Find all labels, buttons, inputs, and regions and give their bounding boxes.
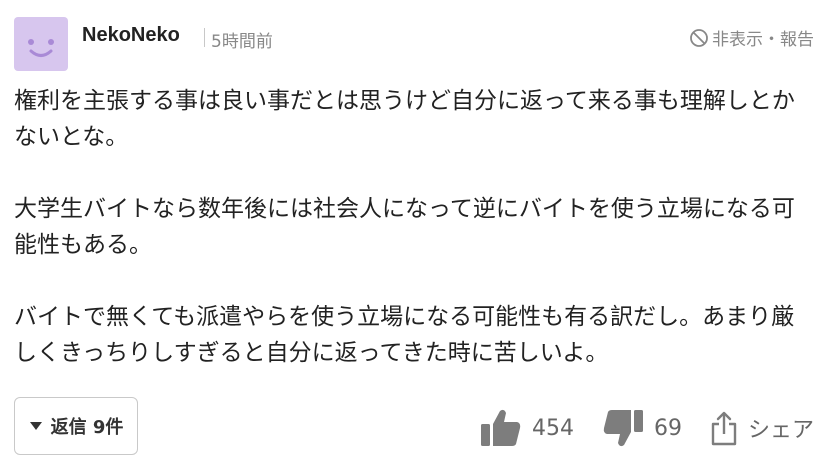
comment-paragraph: 権利を主張する事は良い事だとは思うけど自分に返って来る事も理解しとかないとな。: [14, 88, 795, 150]
post-time: 5時間前: [211, 32, 273, 52]
hide-report-label: 非表示・報告: [712, 30, 814, 50]
share-button[interactable]: シェア: [710, 410, 814, 446]
comment-body: 権利を主張する事は良い事だとは思うけど自分に返って来る事も理解しとかないとな。 …: [14, 83, 816, 407]
like-count: 454: [531, 415, 574, 441]
share-icon: [711, 411, 737, 446]
hide-report-button[interactable]: 非表示・報告: [689, 25, 814, 50]
avatar[interactable]: [14, 17, 68, 71]
ban-icon: [690, 28, 708, 47]
comment-actions: 454 69 シェア: [480, 405, 814, 451]
like-button[interactable]: 454: [480, 408, 574, 448]
replies-label: 返信 9件: [50, 417, 124, 438]
replies-button[interactable]: 返信 9件: [14, 397, 138, 455]
avatar-face-icon: [28, 39, 54, 57]
caret-down-icon: [29, 422, 42, 430]
comment-paragraph: 大学生バイトなら数年後には社会人になって逆にバイトを使う立場になる可能性もある。: [14, 196, 795, 258]
header-separator: [204, 28, 205, 47]
dislike-count: 69: [653, 415, 682, 441]
thumbs-up-icon: [480, 409, 521, 446]
thumbs-down-icon: [603, 410, 643, 447]
dislike-button[interactable]: 69: [602, 408, 682, 448]
comment-paragraph: バイトで無くても派遣やらを使う立場になる可能性も有る訳だし。あまり厳しくきっちり…: [14, 304, 795, 366]
share-label: シェア: [747, 418, 814, 443]
username[interactable]: NekoNeko: [82, 24, 180, 47]
